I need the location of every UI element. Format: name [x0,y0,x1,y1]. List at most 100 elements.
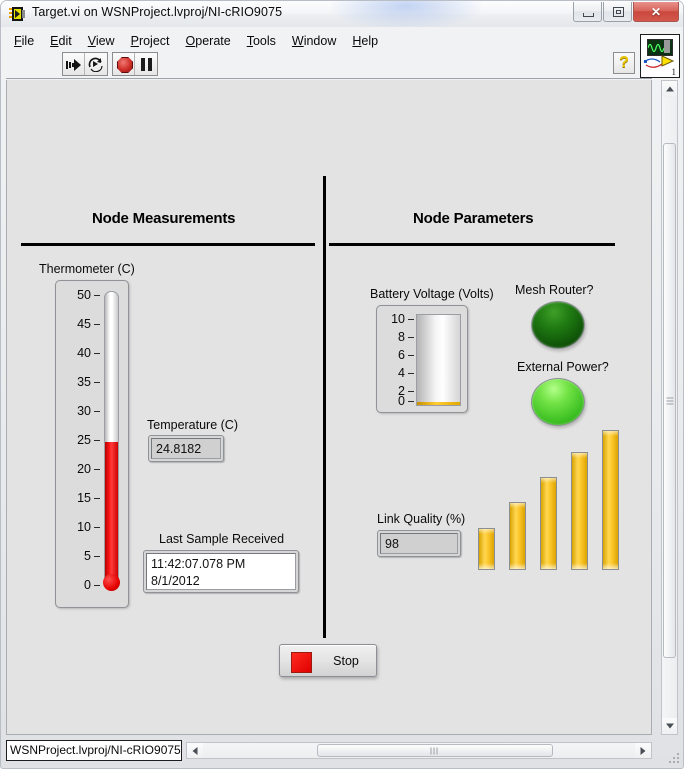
temperature-value: 24.8182 [151,438,221,459]
last-sample-value: 11:42:07.078 PM 8/1/2012 [146,553,296,590]
panel-vertical-divider [323,176,326,638]
thermometer-tick-35: 35 [77,375,100,389]
battery-tick-0: 0 [398,394,414,408]
thermometer-tick-5: 5 [84,549,100,563]
run-arrow-icon [66,58,82,71]
context-help-button[interactable]: ? [613,52,635,74]
scroll-up-button[interactable] [662,81,677,97]
pause-button[interactable] [135,53,157,75]
menu-item-help[interactable]: Help [344,32,386,50]
signal-bar-5 [602,430,619,570]
mesh-router-led[interactable] [531,301,585,349]
run-continuously-icon [87,56,105,73]
battery-tick-10: 10 [391,312,414,326]
close-button[interactable]: ✕ [633,2,679,22]
window-title: Target.vi on WSNProject.lvproj/NI-cRIO90… [32,5,283,19]
restore-icon [613,7,624,17]
external-power-label: External Power? [517,360,609,374]
thermometer-tick-20: 20 [77,462,100,476]
link-quality-indicator[interactable]: 98 [377,530,461,557]
menu-item-view[interactable]: View [80,32,123,50]
red-square-icon [291,652,312,673]
section-title-node-measurements: Node Measurements [92,210,236,227]
status-bar[interactable]: WSNProject.lvproj/NI-cRIO9075 [6,740,182,761]
battery-voltage-tank[interactable]: 10 8 6 4 2 0 [376,305,468,413]
stop-button-label: Stop [333,654,359,668]
vertical-scrollbar-thumb[interactable] [663,143,676,658]
last-sample-time: 11:42:07.078 PM [151,557,246,571]
chevron-up-icon [665,86,674,92]
menu-label-file: ile [21,34,35,48]
chevron-left-icon [192,746,198,755]
menu-label-view: iew [95,34,115,48]
battery-voltage-fill [417,402,460,405]
signal-bar-3 [540,477,557,570]
thermometer-tick-30: 30 [77,404,100,418]
grip-icon [666,397,673,404]
thermometer-tick-40: 40 [77,346,100,360]
pause-icon [141,58,152,71]
vertical-scrollbar[interactable] [661,80,678,735]
menu-item-tools[interactable]: Tools [239,32,284,50]
menu-label-operate: perate [195,34,231,48]
question-mark-icon: ? [619,54,629,71]
signal-bar-1 [478,528,495,570]
front-panel-canvas[interactable]: Node Measurements Node Parameters Thermo… [6,80,652,735]
thermometer-scale: 50 45 40 35 30 25 20 15 10 5 0 [56,281,102,607]
link-quality-label: Link Quality (%) [377,512,466,526]
menu-bar: File Edit View Project Operate Tools Win… [6,30,622,52]
menu-label-edit: dit [58,34,72,48]
temperature-indicator[interactable]: 24.8182 [148,435,224,462]
battery-voltage-label: Battery Voltage (Volts) [370,287,494,301]
horizontal-scrollbar-thumb[interactable] [317,744,553,757]
labview-vi-icon [9,6,26,22]
menu-label-tools: ools [252,34,276,48]
title-bar[interactable]: Target.vi on WSNProject.lvproj/NI-cRIO90… [1,1,683,27]
menu-item-window[interactable]: Window [284,32,344,50]
menu-item-edit[interactable]: Edit [42,32,80,50]
scroll-down-button[interactable] [662,718,677,734]
minimize-button[interactable] [573,2,602,22]
vi-icon-number: 1 [671,67,677,77]
thermometer-mercury [105,442,118,588]
run-continuously-button[interactable] [85,53,107,75]
vi-connector-pane-icon[interactable]: 1 [640,34,680,78]
thermometer-tick-25: 25 [77,433,100,447]
last-sample-date: 8/1/2012 [151,573,200,588]
battery-voltage-scale: 10 8 6 4 2 0 [377,306,415,412]
chevron-right-icon [640,746,646,755]
menu-item-file[interactable]: File [6,32,42,50]
external-power-led[interactable] [531,378,585,426]
menu-label-window: indow [303,34,337,48]
abort-button[interactable] [113,53,135,75]
run-button[interactable] [63,53,85,75]
thermometer-tick-0: 0 [84,578,100,592]
stop-button[interactable]: Stop [279,644,377,677]
scroll-left-button[interactable] [187,743,203,758]
resize-grip-icon[interactable] [668,753,680,765]
window-controls: ✕ [572,2,679,22]
horizontal-scrollbar[interactable] [186,742,652,759]
abort-stop-icon [117,57,133,73]
scroll-right-button[interactable] [635,743,651,758]
signal-bar-4 [571,452,588,570]
signal-bar-2 [509,502,526,570]
thermometer[interactable]: 50 45 40 35 30 25 20 15 10 5 0 [55,280,129,608]
minimize-icon [583,13,594,17]
parameters-underline [329,243,615,246]
menu-item-project[interactable]: Project [123,32,178,50]
toolbar: ? 1 [6,34,680,78]
thermometer-tick-10: 10 [77,520,100,534]
temperature-label: Temperature (C) [147,418,238,432]
battery-voltage-body [416,314,461,406]
menu-label-project: roject [138,34,170,48]
last-sample-indicator[interactable]: 11:42:07.078 PM 8/1/2012 [143,550,299,593]
restore-button[interactable] [603,2,632,22]
menu-label-help: elp [361,34,379,48]
thermometer-tube [104,291,119,589]
toolbar-separator [6,78,652,79]
grip-icon [430,747,440,754]
menu-item-operate[interactable]: Operate [178,32,239,50]
titlebar-glow [331,1,481,27]
measurements-underline [21,243,315,246]
